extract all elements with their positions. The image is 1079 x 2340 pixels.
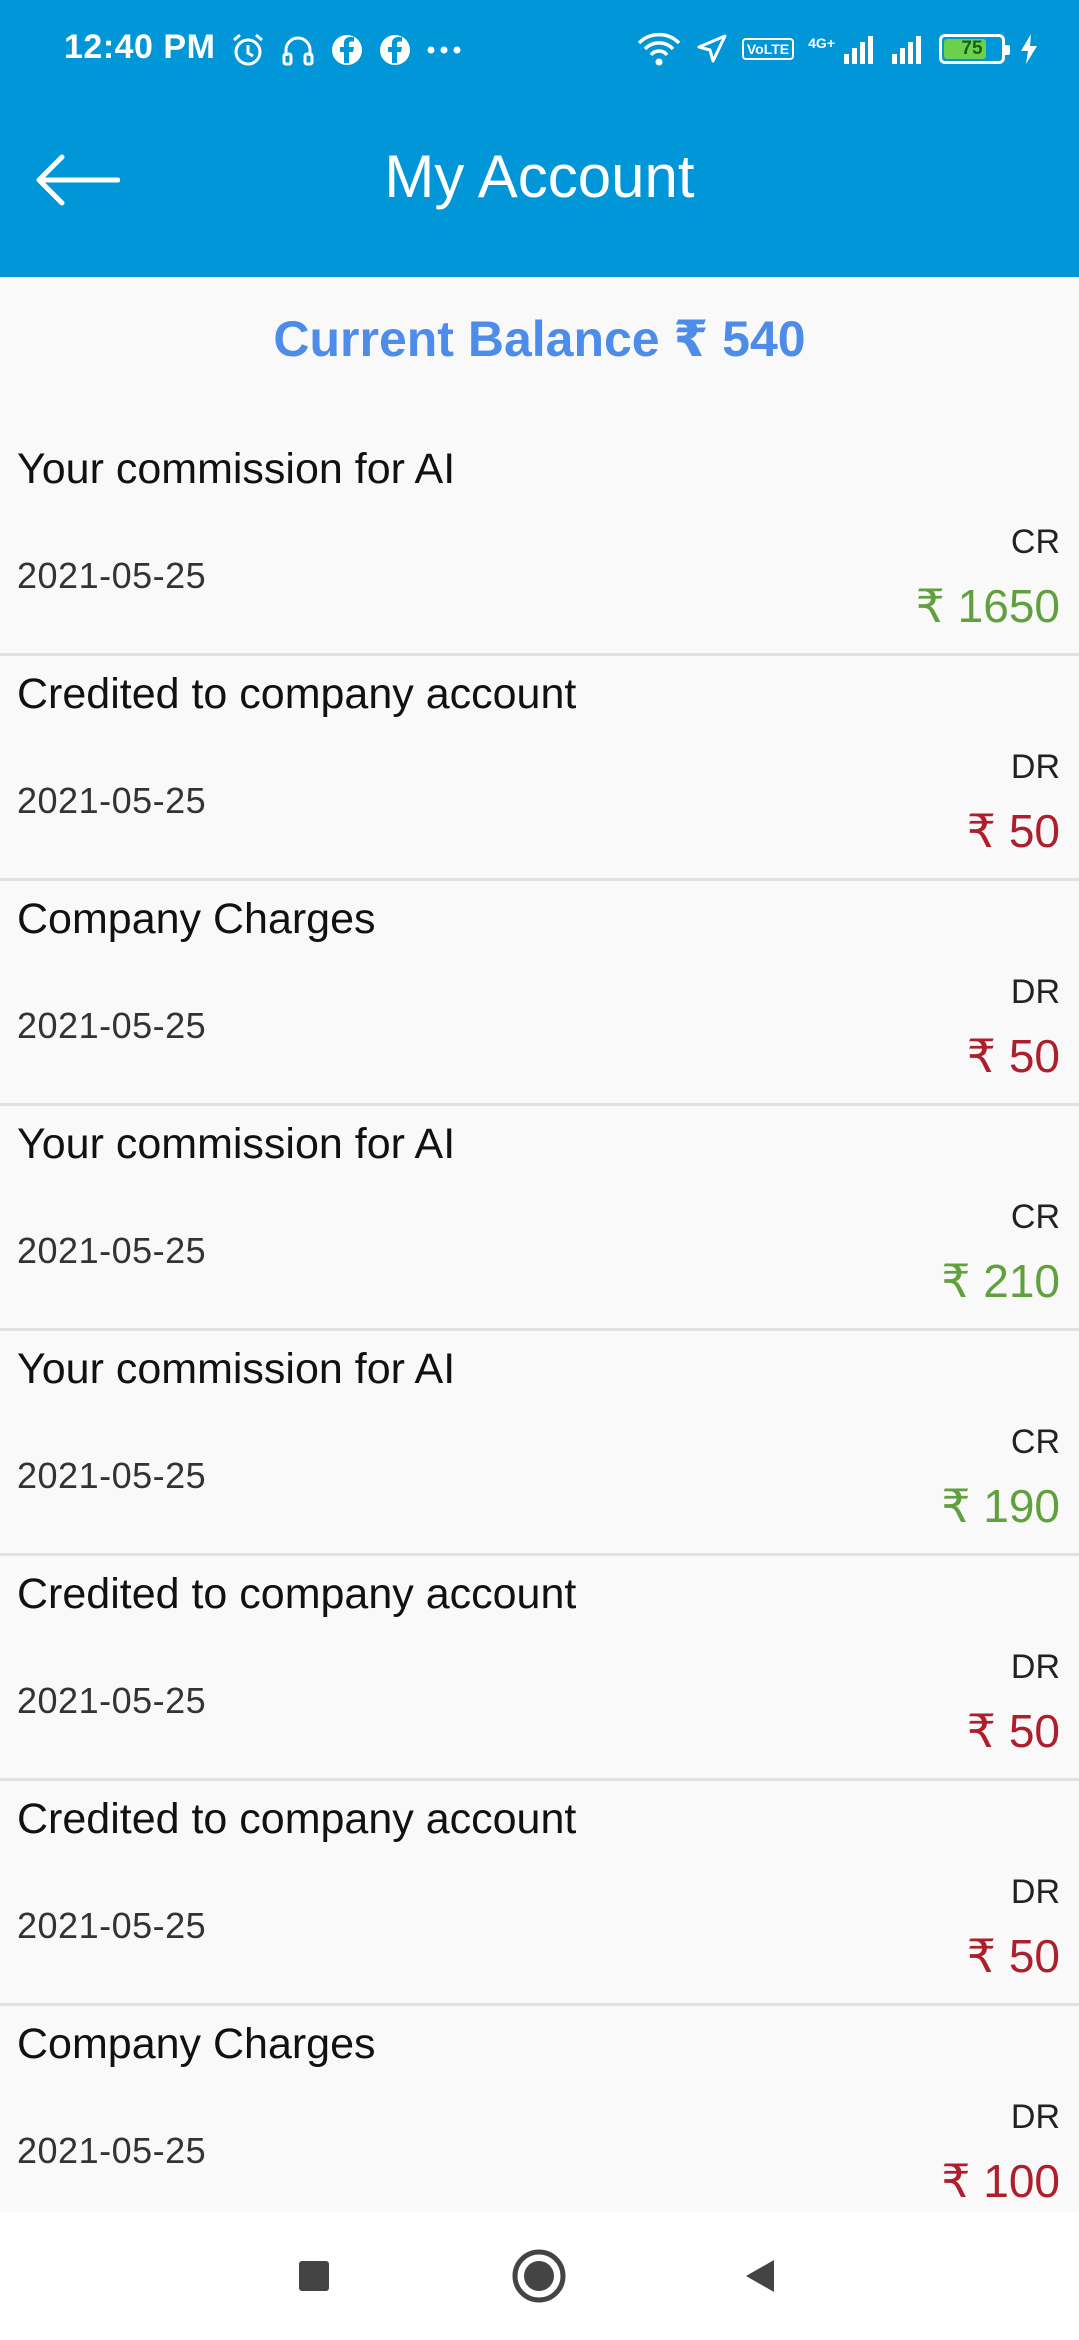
volte-line2: LTE (763, 41, 790, 57)
page-title: My Account (384, 143, 695, 210)
transaction-row[interactable]: Credited to company account 2021-05-25 DR ₹… (0, 656, 1079, 881)
transaction-row[interactable]: Credited to company account 2021-05-25 DR ₹… (0, 1556, 1079, 1781)
transaction-amount: ₹ 100 (941, 2155, 1060, 2207)
transaction-type: DR (1010, 748, 1060, 786)
transaction-amount: ₹ 1650 (915, 580, 1060, 632)
more-notifications-icon (426, 45, 462, 55)
transaction-row[interactable]: Your commission for AI 2021-05-25 CR ₹ 1650 (0, 431, 1079, 656)
transaction-amount: ₹ 50 (966, 805, 1060, 857)
transaction-type: DR (1010, 1648, 1060, 1686)
transaction-description: Company Charges (17, 2020, 376, 2068)
transaction-description: Your commission for AI (17, 445, 456, 493)
volte-icon: Vo LTE (741, 38, 795, 60)
transaction-row[interactable]: Your commission for AI 2021-05-25 CR ₹ 190 (0, 1331, 1079, 1556)
transaction-date: 2021-05-25 (17, 1005, 207, 1046)
transaction-type: DR (1010, 973, 1060, 1011)
wifi-icon (636, 31, 682, 67)
system-icons: Vo LTE 4G+ 75 (636, 26, 1039, 72)
app-bar: My Account (0, 100, 1079, 277)
transaction-type: CR (1010, 1198, 1060, 1236)
alarm-icon (230, 32, 266, 68)
location-arrow-icon (696, 33, 728, 65)
recents-button[interactable] (274, 2240, 354, 2312)
nav-back-button[interactable] (720, 2240, 800, 2312)
header: 12:40 PM Vo LTE 4G+ 75 My Account (0, 0, 1079, 277)
transaction-amount: ₹ 50 (966, 1030, 1060, 1082)
home-button[interactable] (499, 2240, 579, 2312)
transaction-date: 2021-05-25 (17, 2130, 207, 2171)
recents-square-icon (299, 2261, 329, 2291)
battery-icon: 75 (939, 34, 1010, 64)
transaction-type: CR (1010, 1423, 1060, 1461)
transaction-amount: ₹ 50 (966, 1705, 1060, 1757)
status-time: 12:40 PM (64, 28, 216, 66)
system-nav-bar (0, 2212, 1079, 2340)
charging-icon (1019, 33, 1039, 65)
transaction-row[interactable]: Company Charges 2021-05-25 DR ₹ 100 (0, 2006, 1079, 2231)
transaction-description: Your commission for AI (17, 1345, 456, 1393)
battery-level: 75 (961, 38, 983, 59)
transaction-row[interactable]: Credited to company account 2021-05-25 DR ₹… (0, 1781, 1079, 2006)
transaction-date: 2021-05-25 (17, 1905, 207, 1946)
notification-icons (230, 30, 462, 70)
transaction-list: Your commission for AI 2021-05-25 CR ₹ 1650… (0, 431, 1079, 2231)
transaction-date: 2021-05-25 (17, 555, 207, 596)
headset-icon (280, 32, 316, 68)
transaction-type: DR (1010, 2098, 1060, 2136)
transaction-type: CR (1010, 523, 1060, 561)
network-type-label: 4G+ (808, 35, 835, 51)
transaction-date: 2021-05-25 (17, 1230, 207, 1271)
transaction-row[interactable]: Your commission for AI 2021-05-25 CR ₹ 210 (0, 1106, 1079, 1331)
transaction-description: Your commission for AI (17, 1120, 456, 1168)
transaction-date: 2021-05-25 (17, 1455, 207, 1496)
transaction-amount: ₹ 190 (941, 1480, 1060, 1532)
home-circle-icon (512, 2249, 566, 2303)
screen: 12:40 PM Vo LTE 4G+ 75 My Account Curren… (0, 0, 1079, 2340)
transaction-type: DR (1010, 1873, 1060, 1911)
transaction-row[interactable]: Company Charges 2021-05-25 DR ₹ 50 (0, 881, 1079, 1106)
transaction-date: 2021-05-25 (17, 1680, 207, 1721)
signal-icon (891, 34, 925, 64)
facebook-icon (378, 33, 412, 67)
back-triangle-icon (746, 2260, 774, 2292)
transaction-description: Credited to company account (17, 1795, 577, 1843)
current-balance: Current Balance ₹ 540 (273, 311, 806, 367)
transaction-description: Company Charges (17, 895, 376, 943)
facebook-icon (330, 33, 364, 67)
transaction-description: Credited to company account (17, 670, 577, 718)
transaction-description: Credited to company account (17, 1570, 577, 1618)
transaction-amount: ₹ 210 (941, 1255, 1060, 1307)
transaction-date: 2021-05-25 (17, 780, 207, 821)
transaction-amount: ₹ 50 (966, 1930, 1060, 1982)
status-bar: 12:40 PM Vo LTE 4G+ 75 (0, 0, 1079, 100)
signal-icon (843, 34, 877, 64)
volte-line1: Vo (746, 41, 764, 57)
